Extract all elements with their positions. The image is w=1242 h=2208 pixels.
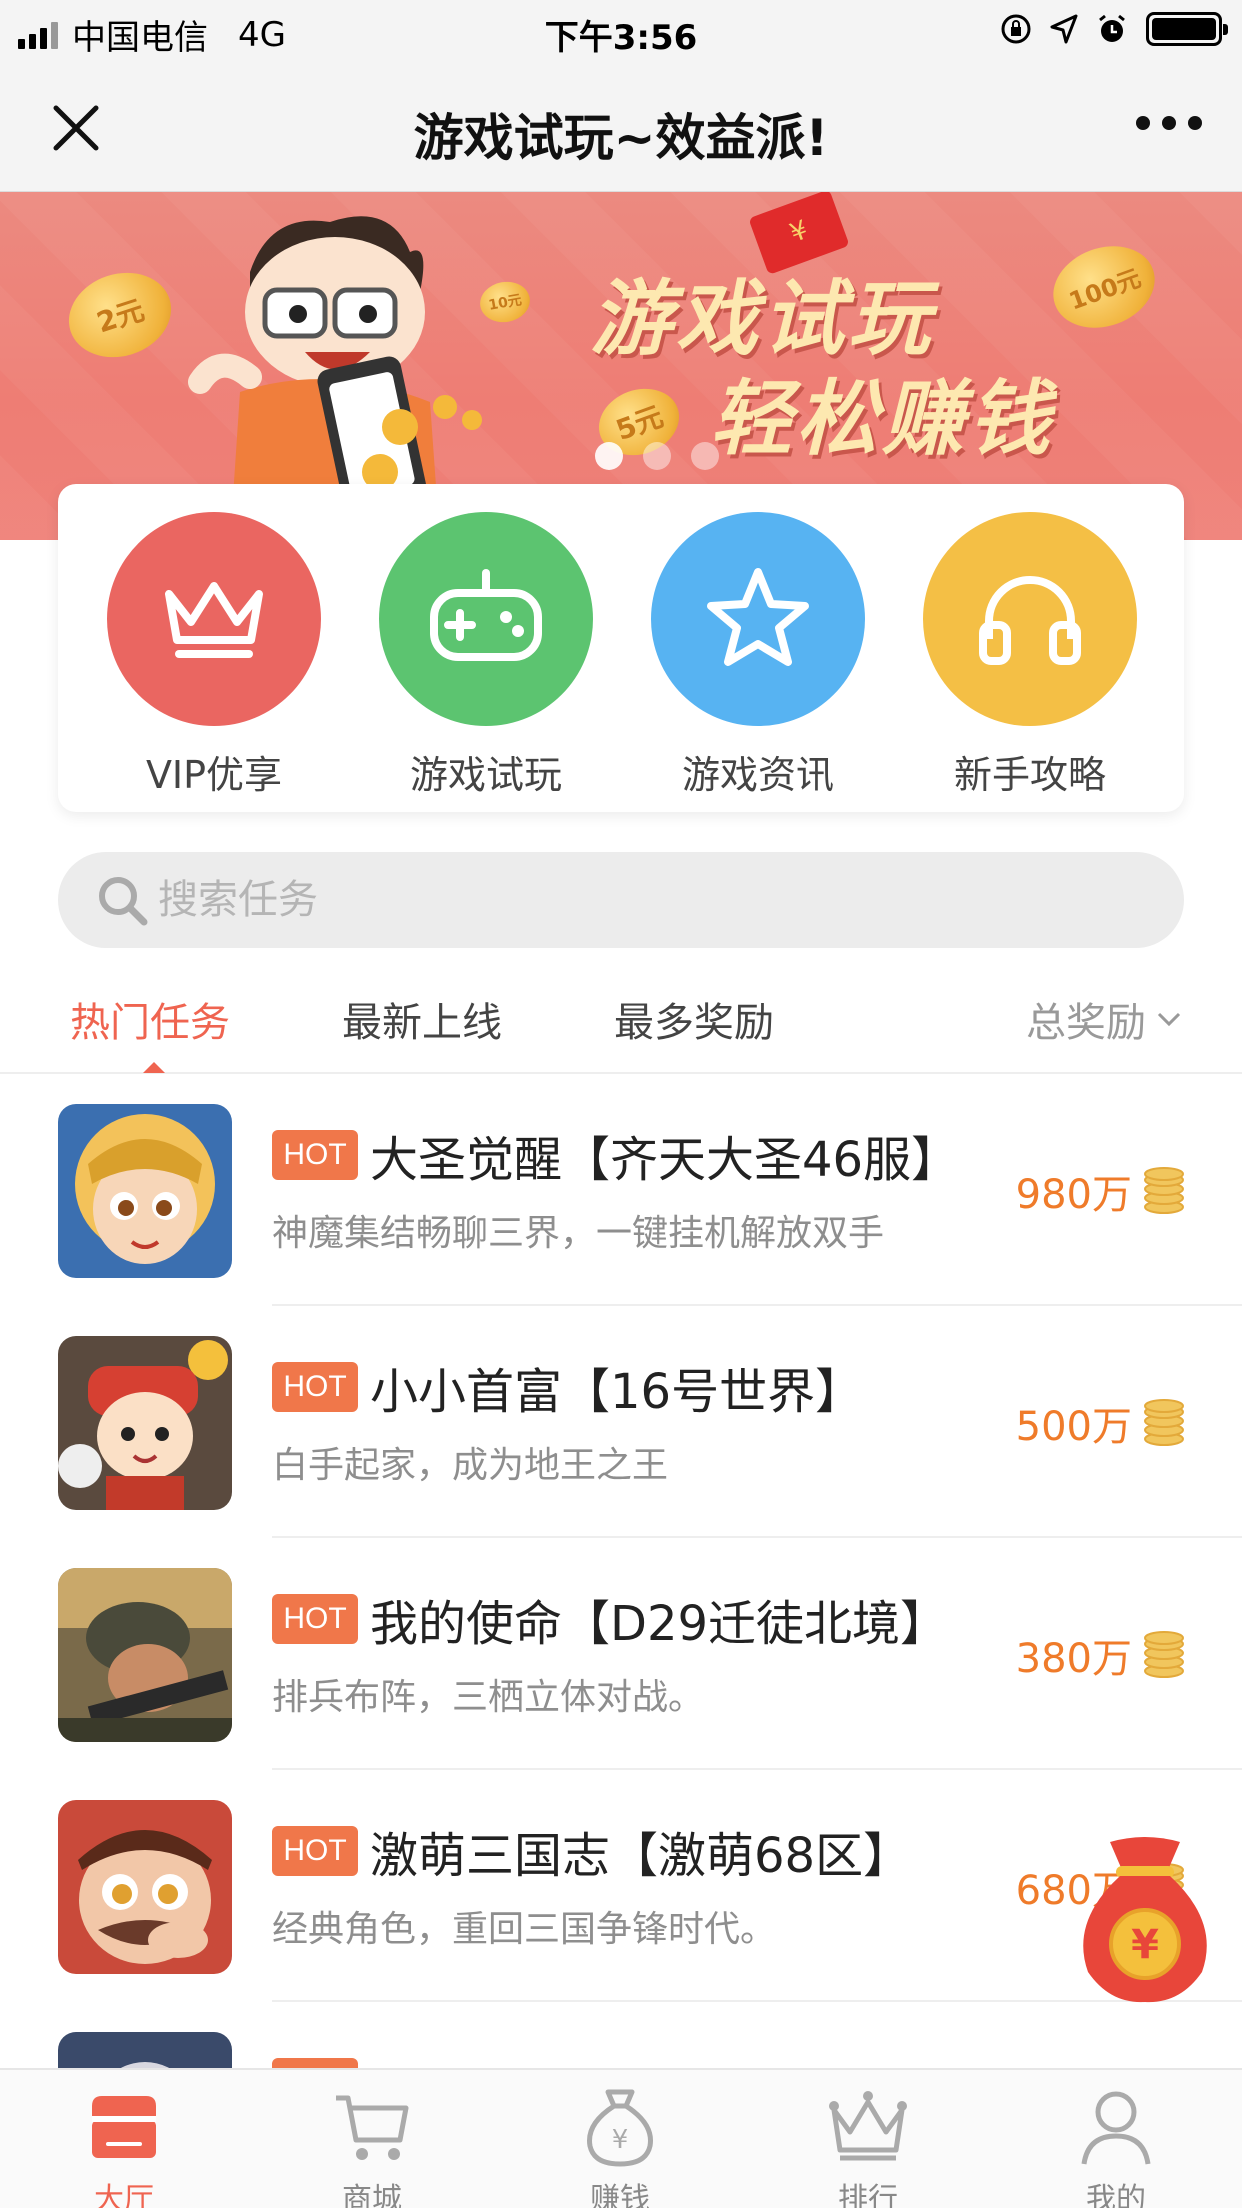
tabbar-label: 排行 <box>838 2182 898 2208</box>
tabbar-item-lobby[interactable]: 大厅 <box>44 2084 204 2208</box>
tab-most-rewards[interactable]: 最多奖励 <box>614 990 774 1048</box>
tab-indicator <box>143 1062 165 1073</box>
category-game-trial[interactable]: 游戏试玩 <box>378 512 594 799</box>
coin-stack-icon <box>1144 1399 1184 1446</box>
search-icon <box>99 877 148 926</box>
task-description: 排兵布阵，三栖立体对战。 <box>272 1677 705 1718</box>
task-reward: 980万 <box>1016 1162 1186 1220</box>
category-card: VIP优享 游戏试玩 游戏资讯 新手攻略 <box>58 484 1184 812</box>
coin-stack-icon <box>1144 1167 1184 1214</box>
store-icon <box>92 2096 156 2158</box>
task-description: 白手起家，成为地王之王 <box>272 1445 669 1486</box>
tab-new-online[interactable]: 最新上线 <box>342 990 502 1048</box>
battery-icon <box>1146 12 1228 46</box>
tabbar-item-earn[interactable]: ¥ 赚钱 <box>540 2084 700 2208</box>
banner-subheadline: 轻松赚钱 <box>710 372 1054 467</box>
money-bag-icon: ¥ <box>587 2089 653 2167</box>
tabbar-label: 大厅 <box>94 2182 154 2208</box>
category-label: 新手攻略 <box>953 753 1106 797</box>
star-icon <box>651 512 865 726</box>
tabbar-item-ranking[interactable]: 排行 <box>788 2084 948 2208</box>
task-title: 大圣觉醒【齐天大圣46服】 <box>370 1132 960 1188</box>
category-label: 游戏资讯 <box>681 753 834 797</box>
more-icon[interactable] <box>1136 116 1202 130</box>
game-thumbnail <box>58 1568 232 1742</box>
category-vip[interactable]: VIP优享 <box>106 512 322 799</box>
alarm-icon <box>1099 14 1125 42</box>
reward-amount: 380万 <box>1015 1636 1132 1682</box>
hot-badge: HOT <box>272 1362 358 1412</box>
task-list: HOT 大圣觉醒【齐天大圣46服】 神魔集结畅聊三界，一键挂机解放双手 980万… <box>0 1074 1242 2074</box>
task-tabs: 热门任务 最新上线 最多奖励 总奖励 <box>0 972 1242 1074</box>
rotation-lock-icon <box>1001 14 1031 44</box>
search-bar <box>58 852 1184 948</box>
tab-hot-tasks[interactable]: 热门任务 <box>70 990 230 1048</box>
page-title: 游戏试玩~效益派! <box>413 109 829 167</box>
reward-amount: 500万 <box>1015 1404 1132 1450</box>
coin-stack-icon <box>1144 1631 1184 1678</box>
task-item[interactable]: HOT 激萌三国志【激萌68区】 经典角色，重回三国争锋时代。 680万 <box>0 1770 1242 2002</box>
carousel-dot[interactable] <box>595 442 623 470</box>
task-description: 经典角色，重回三国争锋时代。 <box>272 1909 777 1950</box>
hot-badge: HOT <box>272 1826 358 1876</box>
bottom-tab-bar: 大厅 商城 ¥ 赚钱 排行 我的 <box>0 2068 1242 2208</box>
yuan-symbol: ¥ <box>1131 1922 1159 1968</box>
game-thumbnail <box>58 1336 232 1510</box>
location-icon <box>1050 14 1078 44</box>
carousel-dot[interactable] <box>643 442 671 470</box>
red-envelope-button[interactable]: ¥ <box>1070 1832 1220 2004</box>
sort-label: 总奖励 <box>1026 1000 1146 1046</box>
crown-icon <box>107 512 321 726</box>
tabbar-label: 商城 <box>342 2182 402 2208</box>
hot-badge: HOT <box>272 1130 358 1180</box>
task-description: 神魔集结畅聊三界，一键挂机解放双手 <box>272 1213 885 1254</box>
task-title: 我的使命【D29迁徒北境】 <box>370 1596 949 1652</box>
search-input[interactable] <box>158 870 1138 930</box>
game-thumbnail <box>58 1800 232 1974</box>
task-title: 激萌三国志【激萌68区】 <box>370 1828 912 1884</box>
hot-badge: HOT <box>272 1594 358 1644</box>
task-item[interactable]: HOT 我的使命【D29迁徒北境】 排兵布阵，三栖立体对战。 380万 <box>0 1538 1242 1770</box>
status-bar: 中国电信 4G 下午3:56 <box>0 0 1242 64</box>
chevron-down-icon <box>1157 1012 1181 1027</box>
category-label: 游戏试玩 <box>409 753 562 797</box>
reward-amount: 980万 <box>1015 1172 1132 1218</box>
sort-dropdown[interactable]: 总奖励 <box>1026 990 1182 1048</box>
category-game-news[interactable]: 游戏资讯 <box>650 512 866 799</box>
category-label: VIP优享 <box>145 753 283 797</box>
game-thumbnail <box>58 1104 232 1278</box>
person-icon <box>1081 2091 1151 2165</box>
crown-icon <box>829 2091 907 2161</box>
tabbar-label: 我的 <box>1086 2182 1146 2208</box>
cart-icon <box>336 2095 409 2160</box>
task-item[interactable]: HOT <box>0 2002 1242 2074</box>
task-item[interactable]: HOT 小小首富【16号世界】 白手起家，成为地王之王 500万 <box>0 1306 1242 1538</box>
category-beginner-guide[interactable]: 新手攻略 <box>922 512 1138 799</box>
gamepad-icon <box>379 512 593 726</box>
carousel-dots <box>595 442 719 470</box>
tabbar-label: 赚钱 <box>590 2182 650 2208</box>
headphones-icon <box>923 512 1137 726</box>
carousel-dot[interactable] <box>691 442 719 470</box>
tabbar-item-mall[interactable]: 商城 <box>292 2084 452 2208</box>
task-reward: 380万 <box>1016 1626 1186 1684</box>
tabbar-item-mine[interactable]: 我的 <box>1036 2084 1196 2208</box>
nav-bar: 游戏试玩~效益派! <box>0 64 1242 192</box>
svg-text:¥: ¥ <box>612 2125 629 2155</box>
task-reward: 500万 <box>1016 1394 1186 1452</box>
task-title: 小小首富【16号世界】 <box>370 1364 864 1420</box>
task-item[interactable]: HOT 大圣觉醒【齐天大圣46服】 神魔集结畅聊三界，一键挂机解放双手 980万 <box>0 1074 1242 1306</box>
